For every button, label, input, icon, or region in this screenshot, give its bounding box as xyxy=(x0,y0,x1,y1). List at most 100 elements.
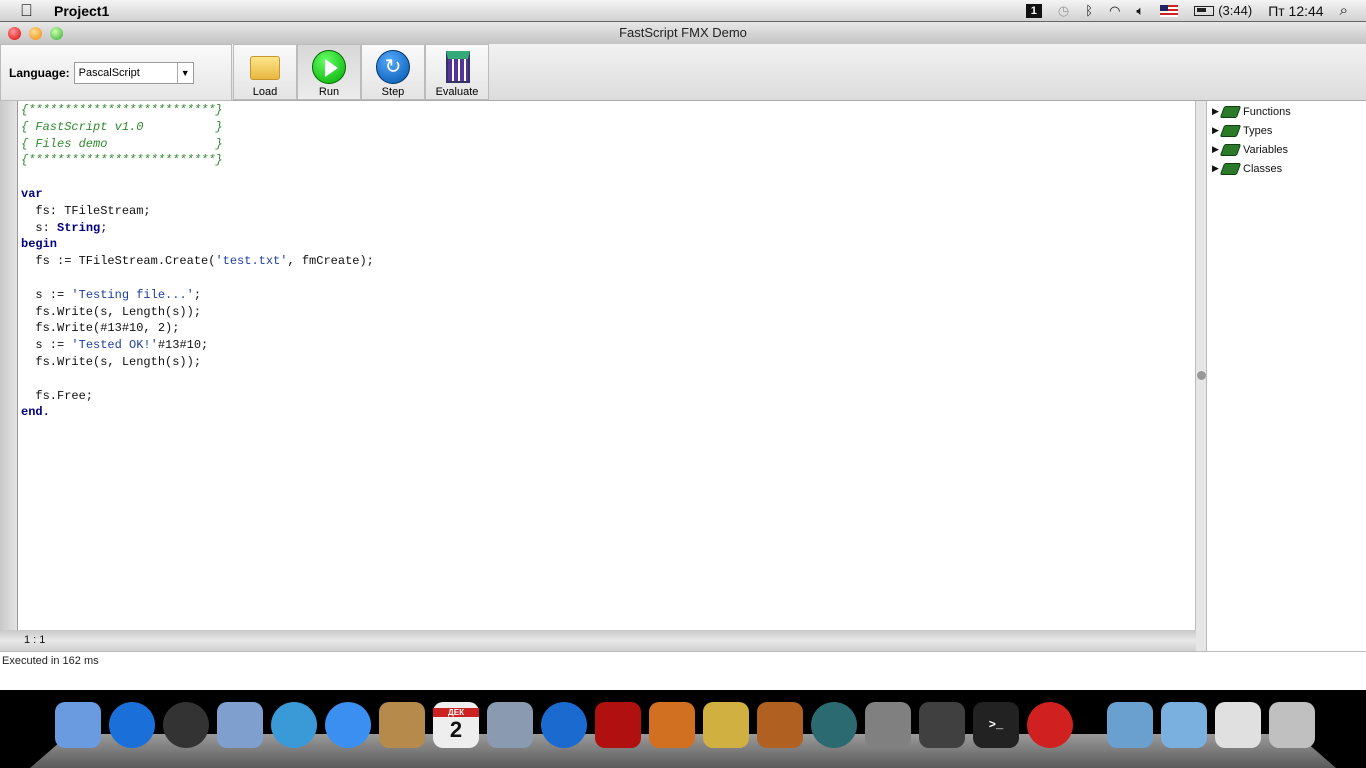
language-panel: Language: PascalScript ▼ xyxy=(0,44,232,101)
spaces-indicator[interactable]: 1 xyxy=(1025,3,1042,18)
code-editor[interactable]: {**************************} { FastScript… xyxy=(0,101,1196,630)
code-token: {**************************} xyxy=(21,153,223,168)
code-line: fs.Free; xyxy=(21,388,374,405)
dock-facetime-icon[interactable] xyxy=(325,702,371,748)
code-token: { FastScript v1.0 } xyxy=(21,119,223,134)
dock-quicktime-icon[interactable] xyxy=(919,702,965,748)
run-label: Run xyxy=(318,86,340,98)
splitter-grip-icon[interactable] xyxy=(1197,371,1206,380)
chevron-down-icon[interactable]: ▼ xyxy=(176,62,193,83)
close-window-button[interactable] xyxy=(8,27,21,40)
dock-iphoto-icon[interactable] xyxy=(487,702,533,748)
tree-node-classes[interactable]: ▶ Classes xyxy=(1207,159,1366,178)
code-line: var xyxy=(21,186,374,203)
dock-imovie-icon[interactable] xyxy=(703,702,749,748)
code-line: fs: TFileStream; xyxy=(21,203,374,220)
code-line: { Files demo } xyxy=(21,136,374,153)
code-token: fs.Write(s, Length(s)); xyxy=(21,354,202,369)
dock-mail-icon[interactable] xyxy=(217,702,263,748)
evaluate-button[interactable]: Evaluate xyxy=(425,44,489,100)
tree-node-types[interactable]: ▶ Types xyxy=(1207,121,1366,140)
code-token: s: xyxy=(21,220,58,235)
load-button[interactable]: Load xyxy=(233,44,297,100)
load-label: Load xyxy=(252,86,278,98)
dock-finder-icon[interactable] xyxy=(55,702,101,748)
code-token: fs: TFileStream; xyxy=(21,203,151,218)
dock-safari-icon[interactable] xyxy=(271,702,317,748)
run-button[interactable]: Run xyxy=(297,44,361,100)
editor-status-bar: 1 : 1 xyxy=(0,630,1196,651)
step-into-icon: ↻ xyxy=(376,50,410,84)
dock-doc-file-icon[interactable] xyxy=(1215,702,1261,748)
code-token: s := xyxy=(21,287,72,302)
calendar-day: 2 xyxy=(449,716,463,742)
dock: ДЕК 2 >_ xyxy=(0,690,1366,768)
calendar-month: ДЕК xyxy=(433,707,479,717)
cursor-position: 1 : 1 xyxy=(24,634,46,646)
dock-documents-folder-icon[interactable] xyxy=(1161,702,1207,748)
code-token: fs := TFileStream.Create( xyxy=(21,254,216,269)
code-line: s := 'Tested OK!'#13#10; xyxy=(21,337,374,354)
time-machine-icon[interactable]: ◷ xyxy=(1058,3,1069,19)
tree-node-variables[interactable]: ▶ Variables xyxy=(1207,140,1366,159)
code-token: 'Tested OK!' xyxy=(71,338,158,353)
tree-node-functions[interactable]: ▶ Functions xyxy=(1207,102,1366,121)
code-token: begin xyxy=(21,237,58,252)
code-line: fs.Write(#13#10, 2); xyxy=(21,320,374,337)
dock-applications-folder-icon[interactable] xyxy=(1107,702,1153,748)
dock-app-store-icon[interactable] xyxy=(109,702,155,748)
language-select[interactable]: PascalScript ▼ xyxy=(73,61,194,84)
spotlight-search-icon[interactable]: ⌕ xyxy=(1340,2,1348,19)
code-token: end. xyxy=(21,405,50,420)
dock-time-machine-icon[interactable] xyxy=(811,702,857,748)
battery-icon xyxy=(1194,5,1215,16)
menu-bar:  Project1 1 ◷ ᛒ ◠ 🔈︎ (3:44) Пт 12:44 ⌕ xyxy=(0,0,1366,22)
dock-garageband-icon[interactable] xyxy=(757,702,803,748)
apple-menu-icon[interactable]:  xyxy=(20,1,38,21)
input-source-flag-icon[interactable] xyxy=(1160,4,1179,17)
dock-system-preferences-icon[interactable] xyxy=(865,702,911,748)
bluetooth-icon[interactable]: ᛒ xyxy=(1085,3,1093,18)
output-log: Executed in 162 ms xyxy=(0,651,1366,690)
dock-fmx-app-icon[interactable] xyxy=(1027,702,1073,748)
book-icon xyxy=(1219,143,1242,156)
code-token: , fmCreate); xyxy=(287,254,374,269)
code-line: fs.Write(s, Length(s)); xyxy=(21,304,374,321)
dock-trash-icon[interactable] xyxy=(1269,702,1315,748)
tree-node-label: Variables xyxy=(1243,143,1289,156)
clock[interactable]: Пт 12:44 xyxy=(1268,3,1323,19)
dock-itunes-icon[interactable] xyxy=(541,702,587,748)
code-token: fs.Write(#13#10, 2); xyxy=(21,321,180,336)
code-token: 'Testing file...' xyxy=(71,287,194,302)
language-value: PascalScript xyxy=(78,66,140,79)
zoom-window-button[interactable] xyxy=(50,27,63,40)
volume-icon[interactable]: 🔈︎ xyxy=(1136,3,1144,19)
code-line: {**************************} xyxy=(21,152,374,169)
app-menu[interactable]: Project1 xyxy=(54,3,109,19)
code-line: { FastScript v1.0 } xyxy=(21,119,374,136)
dock-terminal-icon[interactable]: >_ xyxy=(973,702,1019,748)
wifi-icon[interactable]: ◠ xyxy=(1109,3,1120,19)
battery-status[interactable]: (3:44) xyxy=(1194,3,1252,18)
folder-icon xyxy=(248,50,282,84)
dock-address-book-icon[interactable] xyxy=(379,702,425,748)
log-message: Executed in 162 ms xyxy=(2,655,99,667)
minimize-window-button[interactable] xyxy=(29,27,42,40)
book-icon xyxy=(1219,124,1242,137)
dock-dashboard-icon[interactable] xyxy=(163,702,209,748)
code-token: { Files demo } xyxy=(21,136,223,151)
code-token: var xyxy=(21,186,43,201)
code-text[interactable]: {**************************} { FastScript… xyxy=(21,102,374,421)
step-button[interactable]: ↻ Step xyxy=(361,44,425,100)
code-token: fs.Write(s, Length(s)); xyxy=(21,304,202,319)
dock-ical-icon[interactable]: ДЕК 2 xyxy=(433,702,479,748)
panel-splitter[interactable] xyxy=(1196,101,1207,651)
code-token: fs.Free; xyxy=(21,388,94,403)
book-icon xyxy=(1219,162,1242,175)
dock-image-capture-icon[interactable] xyxy=(649,702,695,748)
code-line: begin xyxy=(21,236,374,253)
code-line: {**************************} xyxy=(21,102,374,119)
dock-photo-booth-icon[interactable] xyxy=(595,702,641,748)
